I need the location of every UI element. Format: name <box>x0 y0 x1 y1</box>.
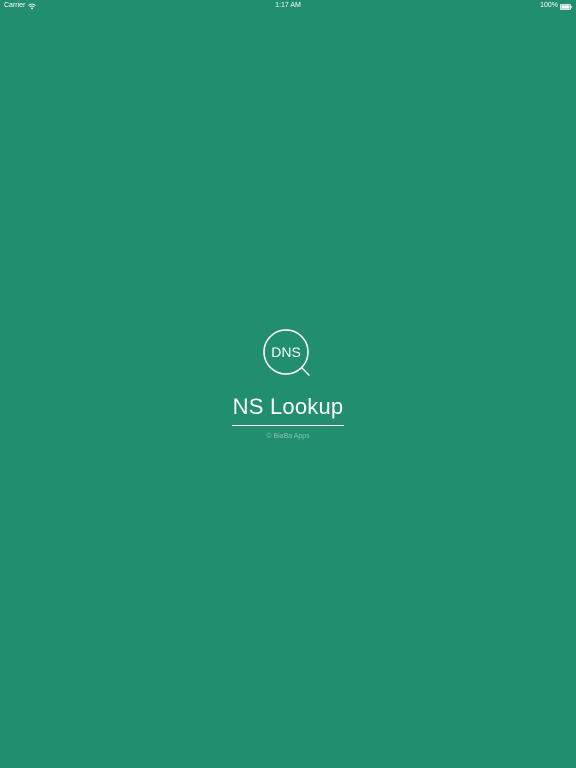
battery-info: 100% <box>540 0 572 12</box>
title-underline <box>232 425 344 426</box>
battery-icon <box>560 3 572 10</box>
copyright-text: © BiaBa Apps <box>266 433 310 440</box>
logo-text: DNS <box>271 344 301 360</box>
dns-logo: DNS <box>262 328 314 380</box>
app-title: NS Lookup <box>232 394 344 419</box>
status-time: 1:17 AM <box>275 2 301 9</box>
status-bar: Carrier 1:17 AM 100% <box>0 0 576 12</box>
splash-screen: DNS NS Lookup © BiaBa Apps <box>0 328 576 440</box>
battery-percentage: 100% <box>540 2 558 9</box>
